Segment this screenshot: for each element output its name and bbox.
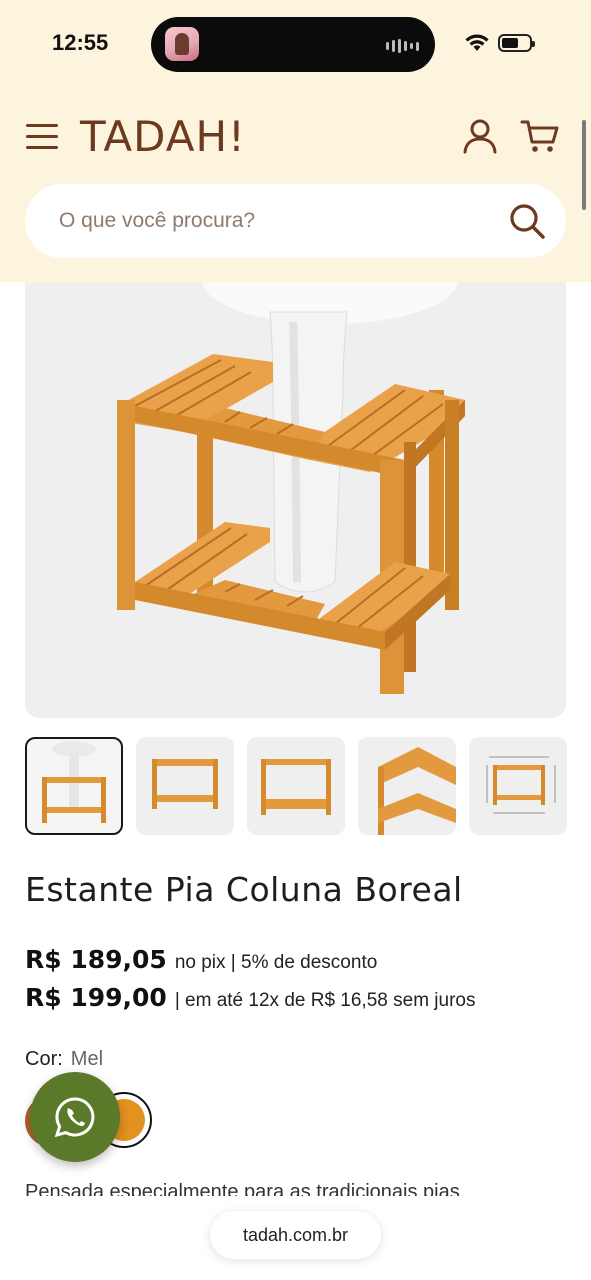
price-pix-note: no pix | 5% de desconto: [174, 952, 378, 973]
header-area: 12:55 TADAH!: [0, 0, 591, 282]
cart-icon[interactable]: [520, 118, 560, 154]
product-shelf-illustration: [117, 282, 465, 694]
installments-note: | em até 12x de R$ 16,58 sem juros: [174, 990, 476, 1011]
logo[interactable]: TADAH!: [80, 112, 246, 161]
thumbnail-5[interactable]: [469, 737, 567, 835]
color-label-text: Cor:: [25, 1048, 63, 1070]
price-pix-row: R$ 189,05 no pix | 5% de desconto: [25, 945, 377, 974]
thumbnail-strip: [25, 737, 567, 835]
now-playing-thumbnail: [165, 27, 199, 61]
search-input[interactable]: [59, 202, 479, 240]
thumbnail-2[interactable]: [136, 737, 234, 835]
whatsapp-icon: [54, 1097, 95, 1138]
price-full-row: R$ 199,00 | em até 12x de R$ 16,58 sem j…: [25, 983, 475, 1012]
status-bar: 12:55: [0, 0, 591, 90]
address-bar[interactable]: tadah.com.br: [210, 1211, 381, 1259]
whatsapp-button[interactable]: [30, 1072, 120, 1162]
dynamic-island[interactable]: [151, 17, 435, 72]
menu-icon[interactable]: [26, 124, 58, 150]
thumbnail-1[interactable]: [25, 737, 123, 835]
color-label: Cor: Mel: [25, 1048, 103, 1071]
status-time: 12:55: [52, 30, 109, 55]
scrollbar[interactable]: [582, 120, 586, 210]
search-bar: [25, 184, 566, 258]
wifi-icon: [465, 34, 489, 51]
price-pix: R$ 189,05: [25, 945, 167, 974]
product-main-image[interactable]: [25, 282, 566, 718]
thumbnail-4[interactable]: [358, 737, 456, 835]
product-title: Estante Pia Coluna Boreal: [25, 870, 463, 909]
search-icon[interactable]: [508, 202, 546, 240]
audio-wave-icon: [386, 39, 419, 53]
thumbnail-3[interactable]: [247, 737, 345, 835]
price-full: R$ 199,00: [25, 983, 167, 1012]
account-icon[interactable]: [462, 118, 498, 154]
color-value: Mel: [70, 1048, 104, 1070]
battery-icon: [498, 34, 535, 52]
